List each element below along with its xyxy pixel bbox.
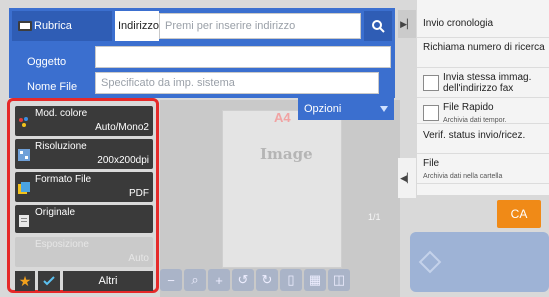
- address-input[interactable]: Premi per inserire indirizzo: [159, 13, 361, 39]
- original-button[interactable]: Originale: [15, 205, 153, 233]
- zoom-in-icon[interactable]: +: [208, 269, 230, 291]
- actions-panel: Invio cronologia Richiama numero di rice…: [417, 0, 549, 195]
- zoom-out-icon[interactable]: −: [160, 269, 182, 291]
- resolution-label: Risoluzione: [35, 141, 87, 152]
- confirm-check-button[interactable]: [38, 271, 60, 291]
- options-bottom-row: ★ Altri: [15, 271, 153, 291]
- color-mode-label: Mod. colore: [35, 108, 88, 119]
- send-history-item[interactable]: Invio cronologia: [417, 8, 549, 38]
- color-mode-value: Auto/Mono2: [95, 122, 149, 133]
- exposure-label: Esposizione: [35, 239, 89, 250]
- subject-input[interactable]: [95, 46, 391, 68]
- exposure-value: Auto: [128, 253, 149, 264]
- send-same-image-label: Invia stessa immag. dell'indirizzo fax: [443, 72, 532, 94]
- nome-file-label: Nome File: [27, 81, 78, 93]
- search-button[interactable]: [364, 11, 392, 41]
- filename-input[interactable]: Specificato da imp. sistema: [95, 72, 379, 94]
- rotate-right-icon[interactable]: ↻: [256, 269, 278, 291]
- exposure-button[interactable]: Esposizione Auto: [15, 237, 153, 267]
- checkmark-icon: [43, 276, 55, 286]
- file-item[interactable]: File Archivia dati nella cartella: [417, 154, 549, 184]
- paper-size-label: A4: [274, 110, 291, 125]
- options-panel: Mod. colore Auto/Mono2 Risoluzione 200x2…: [7, 98, 159, 293]
- verify-status-item[interactable]: Verif. status invio/ricez.: [417, 124, 549, 154]
- address-book-icon: [18, 21, 32, 31]
- rubrica-button[interactable]: Rubrica: [12, 11, 112, 41]
- preview-paper: [222, 110, 342, 268]
- file-sub: Archivia dati nella cartella: [423, 173, 503, 180]
- favorite-star-icon[interactable]: ★: [15, 271, 35, 291]
- oggetto-label: Oggetto: [27, 56, 67, 68]
- quick-file-item[interactable]: File Rapido Archivia dati tempor.: [417, 98, 549, 124]
- panel-expand-icon[interactable]: ◀▏: [398, 158, 416, 198]
- search-icon: [372, 20, 385, 33]
- send-same-image-checkbox[interactable]: [423, 75, 439, 91]
- file-format-button[interactable]: Formato File PDF: [15, 172, 153, 202]
- opzioni-dropdown[interactable]: Opzioni: [298, 98, 394, 120]
- resolution-button[interactable]: Risoluzione 200x200dpi: [15, 139, 153, 169]
- address-panel: Rubrica Indirizzo Premi per inserire ind…: [9, 8, 395, 98]
- preview-image-label: Image: [260, 145, 313, 163]
- file-format-value: PDF: [129, 188, 149, 199]
- original-label: Originale: [35, 207, 76, 218]
- preview-toolbar: − ⌕ + ↺ ↻ ▯ ▦ ◫: [160, 267, 400, 293]
- indirizzo-label: Indirizzo: [115, 11, 159, 41]
- file-format-label: Formato File: [35, 174, 92, 185]
- resolution-value: 200x200dpi: [97, 155, 149, 166]
- quick-file-label: File Rapido: [443, 102, 494, 113]
- zoom-icon[interactable]: ⌕: [184, 269, 206, 291]
- file-label: File: [423, 158, 440, 169]
- panel-collapse-icon[interactable]: ▶▏: [398, 10, 416, 38]
- color-mode-icon: [19, 117, 28, 127]
- resolution-icon: [18, 149, 30, 161]
- send-same-image-item[interactable]: Invia stessa immag. dell'indirizzo fax: [417, 68, 549, 98]
- color-mode-button[interactable]: Mod. colore Auto/Mono2: [15, 106, 153, 136]
- quick-file-checkbox[interactable]: [423, 105, 439, 121]
- opzioni-label: Opzioni: [304, 103, 342, 115]
- start-button[interactable]: [410, 232, 549, 292]
- recall-search-number-item[interactable]: Richiama numero di ricerca: [417, 38, 549, 68]
- multi-page-icon[interactable]: ◫: [328, 269, 350, 291]
- altri-button[interactable]: Altri: [63, 271, 153, 291]
- document-icon: [19, 215, 29, 227]
- page-counter: 1/1: [368, 212, 381, 222]
- start-icon: [418, 250, 442, 274]
- single-page-icon[interactable]: ▯: [280, 269, 302, 291]
- rotate-left-icon[interactable]: ↺: [232, 269, 254, 291]
- grid-view-icon[interactable]: ▦: [304, 269, 326, 291]
- chevron-down-icon: [380, 106, 388, 112]
- rubrica-label: Rubrica: [34, 20, 72, 32]
- file-format-icon: [18, 182, 30, 194]
- clear-all-button[interactable]: CA: [497, 200, 541, 228]
